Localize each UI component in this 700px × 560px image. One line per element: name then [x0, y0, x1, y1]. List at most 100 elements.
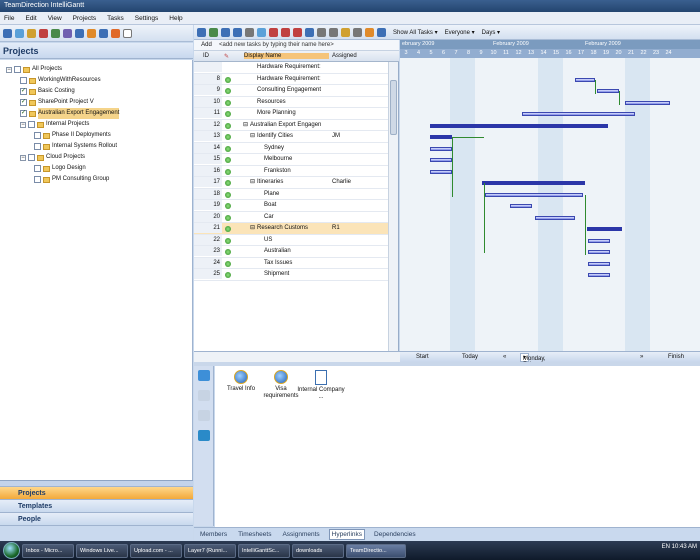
grid-vertical-scrollbar[interactable]	[388, 62, 398, 351]
gantt-summary-bar[interactable]	[482, 181, 585, 185]
gantt-finish-button[interactable]: Finish	[668, 354, 684, 360]
gantt-task-bar[interactable]	[625, 100, 670, 105]
gantt-task-bar[interactable]	[510, 204, 532, 208]
task-assigned[interactable]: Charlie	[332, 177, 351, 188]
tree-item[interactable]: ✓ SharePoint Project V	[20, 97, 94, 108]
sharepoint-icon[interactable]	[63, 28, 72, 38]
menu-edit[interactable]: Edit	[25, 15, 36, 22]
col-status-icon[interactable]: ✎	[224, 53, 229, 60]
checkbox[interactable]	[28, 121, 35, 128]
tray-clock[interactable]: 10:43 AM	[672, 544, 697, 550]
gantt-summary-bar[interactable]	[587, 227, 622, 231]
menu-settings[interactable]: Settings	[135, 15, 159, 22]
taskbar-item[interactable]: Windows Live...	[76, 543, 128, 558]
tree-item[interactable]: PM Consulting Group	[34, 174, 109, 185]
task-name[interactable]: Shipment	[264, 269, 289, 280]
expand-toggle-icon[interactable]: ⊟	[250, 131, 255, 142]
add-task-icon[interactable]	[209, 27, 218, 37]
menu-tasks[interactable]: Tasks	[107, 15, 124, 22]
expand-toggle-icon[interactable]: −	[20, 121, 26, 128]
gantt-task-bar[interactable]	[430, 146, 452, 151]
task-row[interactable]: 24 Tax Issues	[194, 257, 388, 269]
task-row[interactable]: 9 Consulting Engagement	[194, 85, 388, 97]
task-row[interactable]: 14 Sydney	[194, 142, 388, 154]
add-task-input[interactable]: <add new tasks by typing their name here…	[219, 42, 334, 48]
task-name[interactable]: Identify Cities	[257, 131, 293, 142]
arrow-right-icon[interactable]	[293, 27, 302, 37]
print-icon[interactable]	[245, 27, 254, 37]
taskbar-item[interactable]: Inbox - Micro...	[22, 543, 74, 558]
task-row[interactable]: 15 Melbourne	[194, 154, 388, 166]
task-name[interactable]: Car	[264, 212, 274, 223]
remove-link-icon[interactable]	[198, 410, 210, 421]
tree-item[interactable]: − All Projects	[6, 64, 62, 75]
task-name[interactable]: Melbourne	[264, 154, 292, 165]
checkbox[interactable]	[28, 154, 35, 161]
find-icon[interactable]	[377, 27, 386, 37]
gantt-date-picker[interactable]: Monday, February 02, 2009 10:00 ▾	[520, 353, 547, 380]
tree-item[interactable]: Internal Systems Rollout	[34, 141, 117, 152]
edit-link-icon[interactable]	[198, 390, 210, 401]
save-icon[interactable]	[197, 27, 206, 37]
scroll-thumb[interactable]	[390, 80, 397, 135]
checkbox[interactable]	[34, 132, 41, 139]
tab-dependencies[interactable]: Dependencies	[372, 530, 418, 539]
everyone-dropdown[interactable]: Everyone ▾	[445, 29, 475, 36]
col-display-name[interactable]: Display Name	[244, 53, 329, 59]
taskbar-item[interactable]: downloads	[292, 543, 344, 558]
days-dropdown[interactable]: Days ▾	[482, 29, 500, 36]
menu-view[interactable]: View	[48, 15, 62, 22]
format-icon[interactable]	[365, 27, 374, 37]
gantt-task-bar[interactable]	[588, 273, 610, 277]
taskbar-item[interactable]: Upload.com - ...	[130, 543, 182, 558]
task-row[interactable]: 25 Shipment	[194, 269, 388, 281]
export-icon[interactable]	[111, 28, 120, 38]
gantt-task-bar[interactable]	[588, 250, 610, 254]
checkbox[interactable]: ✓	[20, 99, 27, 106]
gantt-task-bar[interactable]	[430, 158, 452, 162]
delete-task-icon[interactable]	[353, 27, 362, 37]
task-row[interactable]: 13 ⊟ Identify Cities JM	[194, 131, 388, 143]
task-row[interactable]: 10 Resources	[194, 96, 388, 108]
tree-item[interactable]: ✓ Australian Export Engagement	[20, 108, 120, 119]
tree-item[interactable]: Logo Design	[34, 163, 86, 174]
task-name[interactable]: Itineraries	[257, 177, 283, 188]
task-name[interactable]: Frankston	[264, 166, 291, 177]
task-name[interactable]: Research Customs	[257, 223, 308, 234]
menu-file[interactable]: File	[4, 15, 14, 22]
nav-projects-button[interactable]: Projects	[0, 486, 193, 499]
task-row[interactable]: 16 Frankston	[194, 165, 388, 177]
expand-toggle-icon[interactable]: ⊟	[243, 120, 248, 131]
tree-item[interactable]: Phase II Deployments	[34, 130, 111, 141]
folder-icon[interactable]	[27, 28, 36, 38]
outdent-icon[interactable]	[233, 27, 242, 37]
tab-timesheets[interactable]: Timesheets	[236, 530, 273, 539]
expand-toggle-icon[interactable]: ⊟	[250, 223, 255, 234]
task-row[interactable]: 12 ⊟ Australian Export Engagen	[194, 119, 388, 131]
undo-icon[interactable]	[305, 27, 314, 37]
open-link-icon[interactable]	[198, 430, 210, 441]
properties-icon[interactable]	[87, 28, 96, 38]
gantt-task-bar[interactable]	[522, 112, 635, 116]
tab-members[interactable]: Members	[198, 530, 229, 539]
gantt-prev-button[interactable]: «	[503, 354, 506, 360]
tree-item[interactable]: − Internal Projects	[20, 119, 89, 130]
task-name[interactable]: More Planning	[257, 108, 296, 119]
tray-language[interactable]: EN	[662, 544, 670, 550]
taskbar-item[interactable]: IntelliGanttSc...	[238, 543, 290, 558]
tree-item[interactable]: − Cloud Projects	[20, 152, 85, 163]
task-name[interactable]: Resources	[257, 97, 286, 108]
tree-item[interactable]: WorkingWithResources	[20, 75, 101, 86]
task-assigned[interactable]: JM	[332, 131, 340, 142]
task-name[interactable]: Hardware Requirement:	[257, 74, 321, 85]
gantt-task-bar[interactable]	[588, 261, 610, 266]
menu-help[interactable]: Help	[169, 15, 182, 22]
task-row[interactable]: 20 Car	[194, 211, 388, 223]
paste-icon[interactable]	[341, 27, 350, 37]
cut-icon[interactable]	[317, 27, 326, 37]
grid-horizontal-scrollbar[interactable]	[194, 351, 400, 362]
gantt-task-bar[interactable]	[575, 77, 595, 82]
checkbox[interactable]	[34, 165, 41, 172]
indent-icon[interactable]	[221, 27, 230, 37]
expand-toggle-icon[interactable]: −	[6, 66, 12, 73]
